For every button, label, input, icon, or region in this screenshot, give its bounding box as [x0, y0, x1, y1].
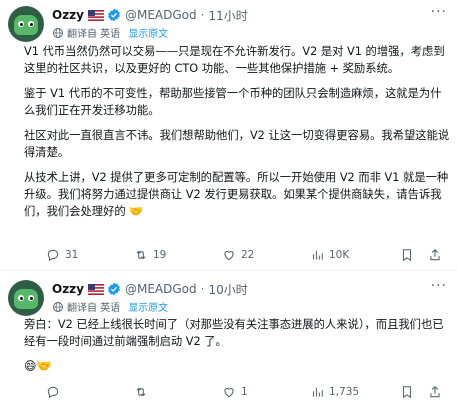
views-chart-icon [312, 250, 323, 260]
timestamp[interactable]: 10小时 [208, 281, 247, 298]
tweet-actions: 1 1,735 [46, 385, 446, 403]
views-button[interactable]: 1,735 [310, 385, 359, 399]
tweet-1[interactable]: Ozzy @MEADGod · 11小时 ··· 翻译自 英语 显示原文 V1 … [0, 0, 457, 268]
tweet-header: Ozzy @MEADGod · 11小时 [52, 6, 248, 24]
reply-count: 31 [65, 249, 79, 261]
timestamp[interactable]: 11小时 [208, 7, 247, 24]
tweet-divider [0, 270, 457, 271]
reply-icon [47, 249, 59, 262]
show-original-link[interactable]: 显示原文 [128, 25, 168, 40]
tweet-paragraph: 社区对此一直很直言不讳。我们想帮助他们，V2 让这一切变得更容易。我希望这能说得… [24, 129, 450, 159]
bookmark-button[interactable] [400, 248, 419, 262]
repost-icon [136, 250, 146, 260]
separator-dot: · [200, 282, 205, 296]
repost-count: 19 [153, 249, 167, 261]
author-handle[interactable]: @MEADGod [125, 282, 197, 296]
globe-icon [53, 301, 63, 312]
like-button[interactable]: 22 [222, 248, 254, 262]
tweet-paragraph: 鉴于 V1 代币的不可变性，帮助那些接管一个币种的团队只会制造麻烦，这就是为什么… [24, 87, 442, 117]
us-flag-icon [88, 9, 104, 21]
more-horizontal-icon[interactable]: ··· [431, 278, 447, 294]
reply-icon [47, 386, 59, 399]
tweet-paragraph: 从技术上讲，V2 提供了更多可定制的配置等。所以一开始使用 V2 而非 V1 就… [24, 171, 449, 218]
views-button[interactable]: 10K [310, 248, 349, 262]
author-name[interactable]: Ozzy [52, 8, 84, 22]
translated-from-label: 翻译自 英语 [67, 303, 121, 314]
repost-button[interactable]: 19 [134, 248, 166, 262]
tweet-paragraph: 旁白：V2 已经上线很长时间了（对那些没有关注事态进展的人来说），而且我们也已经… [24, 318, 444, 348]
tweet-2[interactable]: Ozzy @MEADGod · 10小时 ··· 翻译自 英语 显示原文 旁白：… [0, 272, 457, 409]
repost-icon [136, 387, 146, 397]
show-original-link[interactable]: 显示原文 [128, 299, 168, 314]
heart-icon [224, 251, 234, 261]
share-button[interactable] [428, 385, 447, 399]
author-handle[interactable]: @MEADGod [125, 8, 197, 22]
tweet-text: V1 代币当然仍然可以交易——只是现在不允许新发行。V2 是对 V1 的增强，考… [24, 43, 451, 228]
repost-button[interactable] [134, 385, 153, 399]
tweet-actions: 31 19 22 10K [46, 248, 446, 266]
translation-bar: 翻译自 英语 显示原文 [52, 25, 168, 40]
views-chart-icon [312, 387, 323, 397]
like-count: 1 [241, 386, 248, 398]
views-count: 10K [329, 249, 350, 261]
us-flag-icon [88, 283, 104, 295]
tweet-header: Ozzy @MEADGod · 10小时 [52, 280, 248, 298]
translation-bar: 翻译自 英语 显示原文 [52, 299, 168, 314]
avatar-face [14, 15, 38, 35]
share-icon [430, 386, 440, 398]
verified-badge-icon [108, 8, 120, 22]
tweet-paragraph: V1 代币当然仍然可以交易——只是现在不允许新发行。V2 是对 V1 的增强，考… [24, 45, 445, 75]
emoji-line: 😄🤝 [24, 359, 52, 373]
author-name[interactable]: Ozzy [52, 282, 84, 296]
separator-dot: · [200, 8, 205, 22]
bookmark-icon [402, 249, 412, 262]
tweet-text: 旁白：V2 已经上线很长时间了（对那些没有关注事态进展的人来说），而且我们也已经… [24, 316, 451, 383]
reply-button[interactable]: 31 [46, 248, 78, 262]
views-count: 1,735 [329, 386, 360, 398]
translated-from-label: 翻译自 英语 [67, 29, 121, 40]
avatar[interactable] [8, 280, 44, 316]
like-count: 22 [241, 249, 255, 261]
avatar-face [14, 289, 38, 309]
share-icon [430, 249, 440, 261]
bookmark-button[interactable] [400, 385, 419, 399]
bookmark-icon [402, 386, 412, 399]
more-horizontal-icon[interactable]: ··· [431, 4, 447, 20]
heart-icon [224, 388, 234, 398]
globe-icon [53, 27, 63, 38]
share-button[interactable] [428, 248, 447, 262]
reply-button[interactable] [46, 385, 65, 399]
avatar[interactable] [8, 6, 44, 42]
like-button[interactable]: 1 [222, 385, 248, 399]
verified-badge-icon [108, 282, 120, 296]
